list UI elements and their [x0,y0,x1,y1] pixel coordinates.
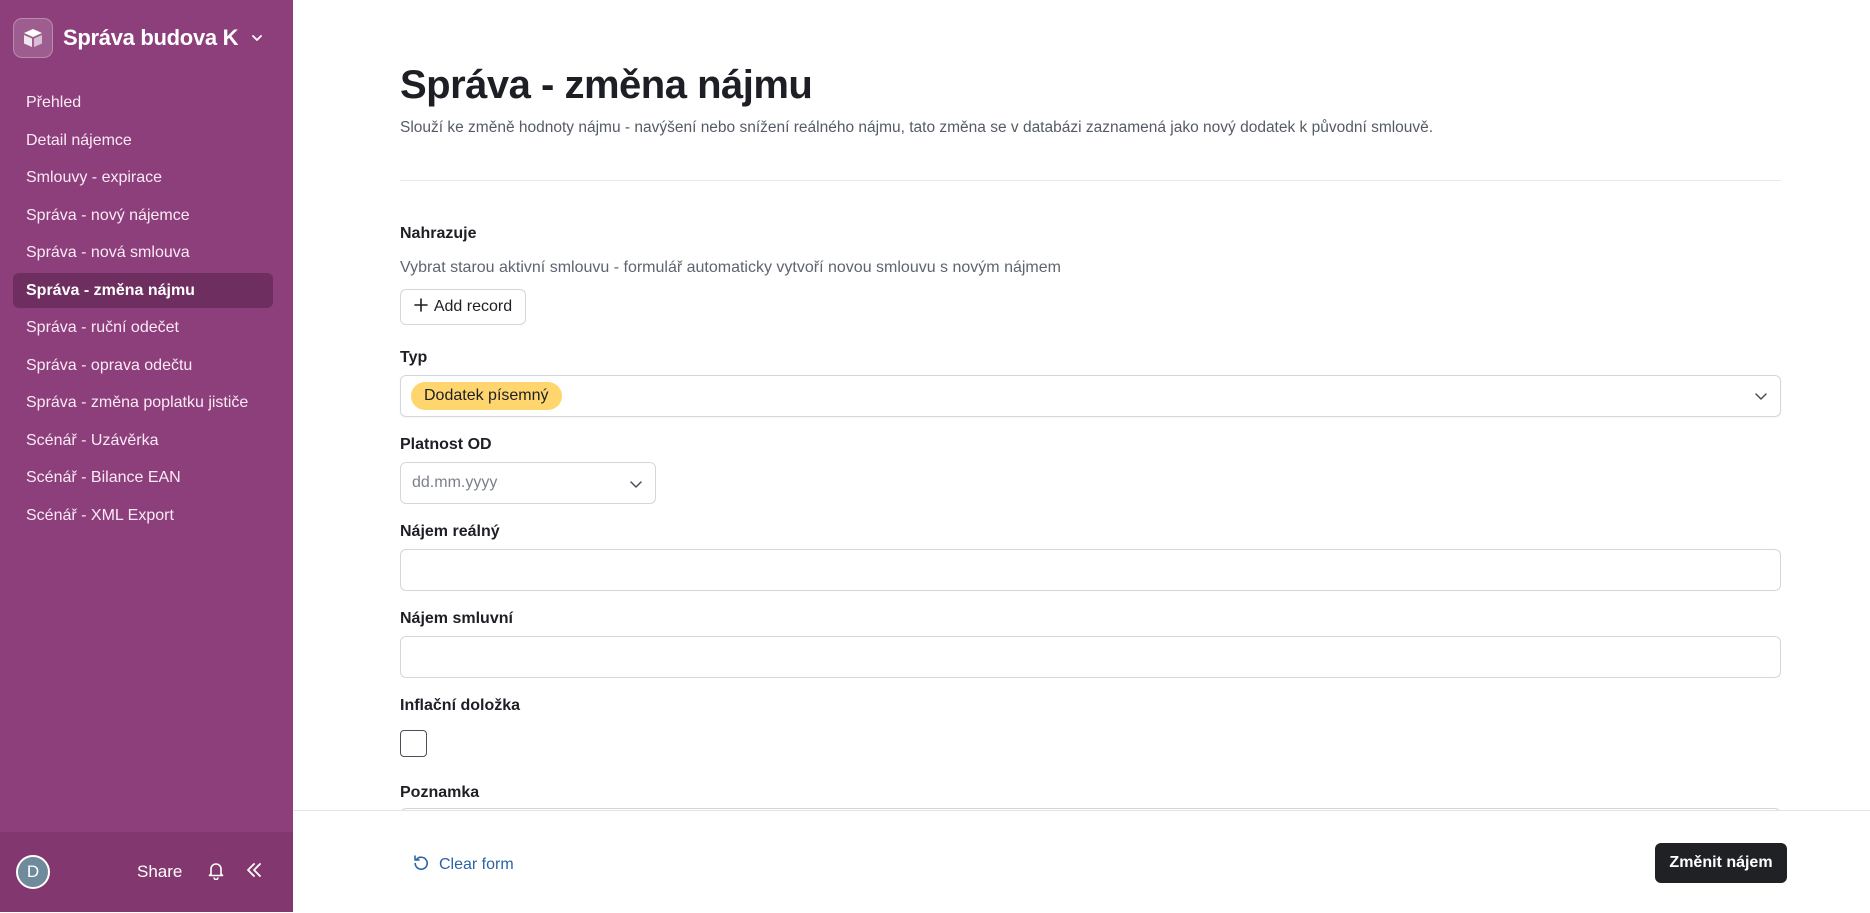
box-logo-icon [13,18,53,58]
sidebar-nav: Přehled Detail nájemce Smlouvy - expirac… [13,85,273,535]
workspace-switcher[interactable]: Správa budova K [13,18,264,58]
chevron-down-icon [629,477,643,496]
sidebar-item-rucni-odecet[interactable]: Správa - ruční odečet [13,310,273,345]
sidebar-item-prehled[interactable]: Přehled [13,85,273,120]
page-title: Správa - změna nájmu [400,63,813,107]
nahrazuje-label: Nahrazuje [400,225,477,242]
typ-select[interactable]: Dodatek písemný [400,375,1781,417]
avatar[interactable]: D [16,855,50,889]
clear-form-button[interactable]: Clear form [412,853,514,876]
poznamka-label: Poznamka [400,784,480,801]
najem-smluvni-label: Nájem smluvní [400,610,513,627]
sidebar-item-bilance-ean[interactable]: Scénář - Bilance EAN [13,460,273,495]
sidebar-item-nova-smlouva[interactable]: Správa - nová smlouva [13,235,273,270]
najem-smluvni-input[interactable] [400,636,1781,678]
typ-selected-pill: Dodatek písemný [411,382,562,410]
page-description: Slouží ke změně hodnoty nájmu - navýšení… [400,119,1434,136]
add-record-label: Add record [433,298,513,315]
submit-button[interactable]: Změnit nájem [1655,843,1787,883]
chevron-down-icon [1754,389,1768,408]
platnost-od-input[interactable] [410,473,614,493]
divider [400,180,1781,181]
sidebar-item-novy-najemce[interactable]: Správa - nový nájemce [13,198,273,233]
chevron-down-icon [250,31,264,45]
nahrazuje-hint: Vybrat starou aktivní smlouvu - formulář… [400,259,1061,276]
clear-form-label: Clear form [439,855,514,873]
inflacni-dolozka-checkbox[interactable] [400,730,427,757]
sidebar: Správa budova K Přehled Detail nájemce S… [0,0,293,912]
sidebar-item-zmena-poplatku-jistice[interactable]: Správa - změna poplatku jističe [13,385,273,420]
sidebar-item-oprava-odectu[interactable]: Správa - oprava odečtu [13,348,273,383]
platnost-od-date-picker[interactable] [400,462,656,504]
najem-realny-input[interactable] [400,549,1781,591]
double-chevron-left-icon[interactable] [244,860,264,885]
sidebar-item-uzaverka[interactable]: Scénář - Uzávěrka [13,423,273,458]
main-content: Správa - změna nájmu Slouží ke změně hod… [293,0,1870,913]
bell-icon[interactable] [206,860,226,885]
form-footer: Clear form Změnit nájem [293,810,1870,913]
sidebar-item-smlouvy-expirace[interactable]: Smlouvy - expirace [13,160,273,195]
sidebar-item-detail-najemce[interactable]: Detail nájemce [13,123,273,158]
share-button[interactable]: Share [137,862,182,882]
sidebar-footer: D Share [0,832,293,912]
platnost-od-label: Platnost OD [400,436,492,453]
sidebar-item-xml-export[interactable]: Scénář - XML Export [13,498,273,533]
typ-label: Typ [400,349,428,366]
plus-icon [414,297,428,317]
najem-realny-label: Nájem reálný [400,523,500,540]
inflacni-dolozka-label: Inflační doložka [400,697,521,714]
undo-icon [412,853,430,876]
sidebar-item-zmena-najmu[interactable]: Správa - změna nájmu [13,272,273,308]
add-record-button[interactable]: Add record [400,289,526,325]
app-name: Správa budova K [63,25,239,50]
